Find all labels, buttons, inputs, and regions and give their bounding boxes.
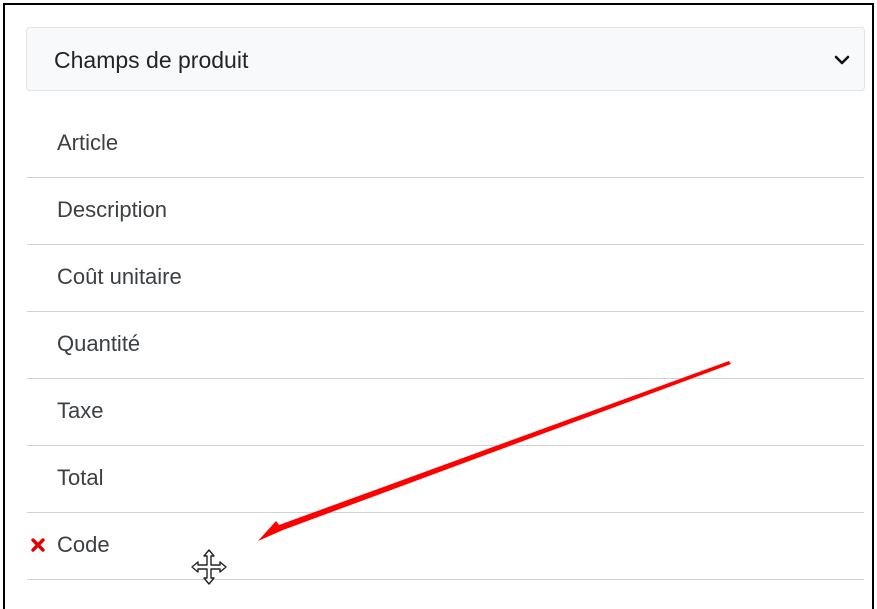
field-label: Article (57, 130, 119, 155)
field-label: Total (57, 465, 104, 490)
list-item-article[interactable]: Article (27, 111, 864, 178)
list-item-tax[interactable]: Taxe (27, 379, 864, 446)
field-label: Description (57, 197, 168, 222)
list-item-code[interactable]: Code (27, 513, 864, 580)
list-item-unit-cost[interactable]: Coût unitaire (27, 245, 864, 312)
list-item-total[interactable]: Total (27, 446, 864, 513)
field-label: Code (57, 532, 110, 557)
chevron-down-icon (834, 55, 850, 65)
field-label: Taxe (57, 398, 104, 423)
product-field-list: Article Description Coût unitaire Quanti… (27, 111, 864, 580)
select-value: Champs de produit (54, 47, 249, 73)
product-fields-select[interactable]: Champs de produit (26, 27, 865, 91)
field-label: Quantité (57, 331, 141, 356)
close-icon[interactable] (30, 537, 46, 553)
list-item-description[interactable]: Description (27, 178, 864, 245)
list-item-quantity[interactable]: Quantité (27, 312, 864, 379)
field-label: Coût unitaire (57, 264, 182, 289)
move-cursor-icon (191, 549, 227, 585)
